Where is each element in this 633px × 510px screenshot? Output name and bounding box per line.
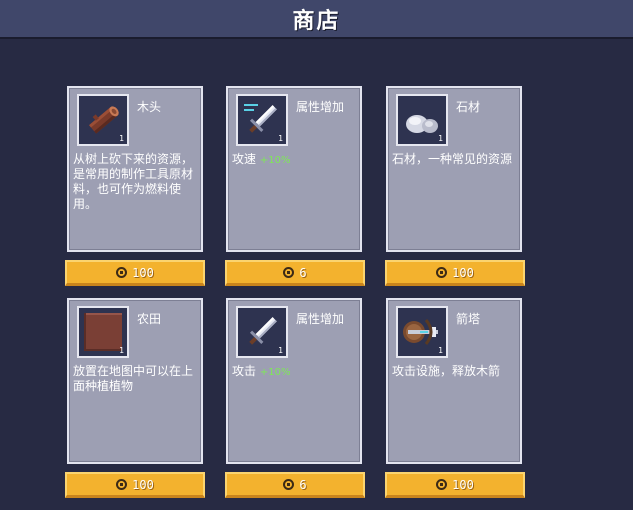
buy-button[interactable]: 100: [65, 472, 205, 498]
item-price: 100: [452, 477, 474, 492]
item-price: 100: [452, 265, 474, 280]
item-quantity: 1: [119, 134, 124, 143]
item-quantity: 1: [278, 134, 283, 143]
buy-button[interactable]: 100: [385, 260, 525, 286]
shop-item-card[interactable]: 1 农田 放置在地图中可以在上面种植植物: [67, 298, 203, 464]
item-icon-slot: 1: [396, 94, 448, 146]
coin-icon: [436, 267, 448, 278]
item-icon-slot: 1: [236, 94, 288, 146]
coin-icon: [116, 267, 128, 278]
item-name: 箭塔: [456, 312, 481, 326]
item-name: 农田: [137, 312, 162, 326]
item-name: 石材: [456, 100, 481, 114]
item-price: 6: [299, 265, 307, 280]
item-description-text: 攻击: [232, 364, 257, 378]
shop-item-card[interactable]: 1 石材 石材，一种常见的资源: [386, 86, 522, 252]
shop-item-card[interactable]: 1 箭塔 攻击设施，释放木箭: [386, 298, 522, 464]
item-price: 6: [299, 477, 307, 492]
shop-item-card[interactable]: 1 属性增加 攻速 +10%: [226, 86, 362, 252]
item-icon-slot: 1: [236, 306, 288, 358]
buy-button[interactable]: 100: [65, 260, 205, 286]
item-name: 属性增加: [296, 312, 345, 326]
item-quantity: 1: [119, 346, 124, 355]
sword-speed-icon: [244, 104, 277, 133]
item-icon-slot: 1: [77, 94, 129, 146]
item-description: 放置在地图中可以在上面种植植物: [73, 364, 201, 394]
coin-icon: [283, 479, 295, 490]
item-description: 攻击 +10%: [232, 364, 360, 380]
page-title: 商店: [292, 8, 341, 34]
item-description: 从树上砍下来的资源，是常用的制作工具原材料，也可作为燃料使用。: [73, 152, 201, 212]
item-description-text: 攻击设施，释放木箭: [392, 364, 501, 378]
item-icon-slot: 1: [396, 306, 448, 358]
item-description-text: 放置在地图中可以在上面种植植物: [73, 364, 194, 393]
buy-button[interactable]: 100: [385, 472, 525, 498]
item-description-text: 石材，一种常见的资源: [392, 152, 513, 166]
log-icon: [89, 106, 119, 134]
item-description-text: 攻速: [232, 152, 257, 166]
stone-icon: [406, 115, 438, 133]
item-description: 石材，一种常见的资源: [392, 152, 520, 167]
shop-header: 商店: [0, 0, 633, 39]
item-quantity: 1: [438, 346, 443, 355]
buy-button[interactable]: 6: [225, 472, 365, 498]
coin-icon: [283, 267, 295, 278]
item-price: 100: [132, 477, 154, 492]
crossbow-icon: [403, 319, 438, 345]
stat-bonus: +10%: [259, 155, 291, 166]
coin-icon: [116, 479, 128, 490]
item-description-text: 从树上砍下来的资源，是常用的制作工具原材料，也可作为燃料使用。: [73, 152, 194, 211]
item-description: 攻速 +10%: [232, 152, 360, 168]
item-quantity: 1: [438, 134, 443, 143]
item-description: 攻击设施，释放木箭: [392, 364, 520, 379]
stat-bonus: +10%: [259, 367, 291, 378]
item-name: 木头: [137, 100, 162, 114]
item-name: 属性增加: [296, 100, 345, 114]
shop-item-card[interactable]: 1 木头 从树上砍下来的资源，是常用的制作工具原材料，也可作为燃料使用。: [67, 86, 203, 252]
coin-icon: [436, 479, 448, 490]
item-icon-slot: 1: [77, 306, 129, 358]
shop-item-card[interactable]: 1 属性增加 攻击 +10%: [226, 298, 362, 464]
sword-icon: [249, 317, 277, 345]
farmland-icon: [84, 313, 122, 351]
item-price: 100: [132, 265, 154, 280]
buy-button[interactable]: 6: [225, 260, 365, 286]
item-quantity: 1: [278, 346, 283, 355]
